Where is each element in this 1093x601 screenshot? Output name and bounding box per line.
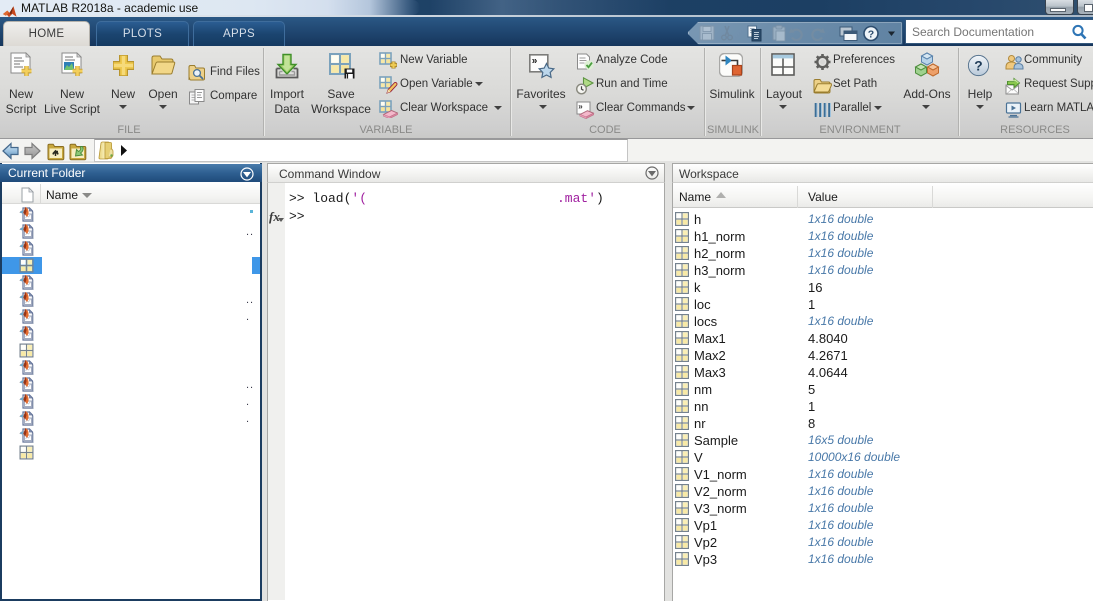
svg-text:»: » — [578, 102, 583, 111]
svg-text:»: » — [532, 56, 538, 67]
svg-text:?: ? — [974, 59, 982, 74]
svg-text:?: ? — [868, 29, 874, 41]
